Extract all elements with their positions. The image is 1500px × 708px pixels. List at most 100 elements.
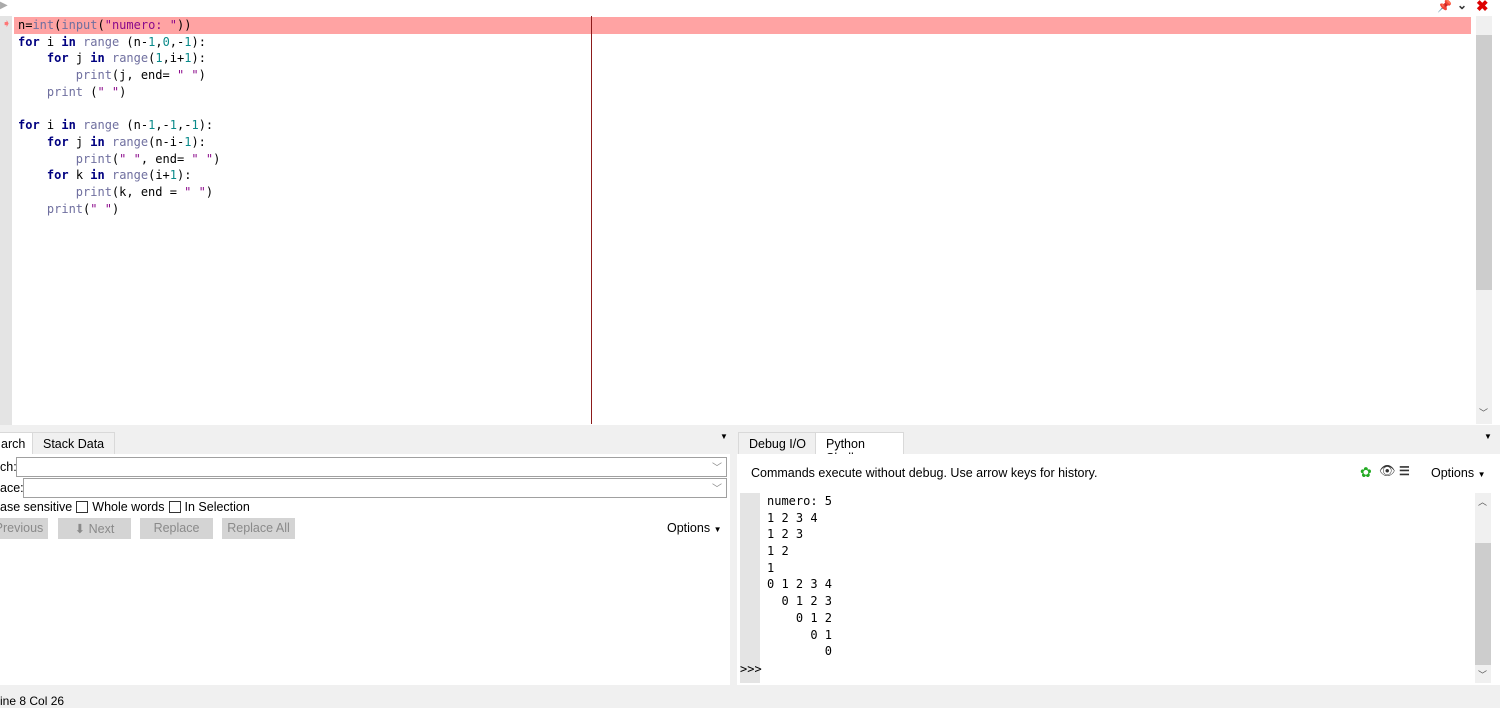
code-area[interactable]: n=int(input("numero: ")) for i in range (…: [18, 17, 220, 217]
eye-icon[interactable]: 👁: [1379, 463, 1396, 479]
editor-scroll-thumb[interactable]: [1476, 35, 1492, 290]
shell-output-line: 1: [767, 560, 775, 575]
code-token: " ": [90, 201, 112, 216]
panel-menu-icon[interactable]: ▼: [1484, 432, 1492, 441]
code-token: ): [198, 68, 206, 83]
dropdown-icon: ▼: [713, 525, 722, 534]
code-token: j: [68, 51, 91, 66]
code-token: i: [39, 34, 62, 49]
shell-prompt: >>>: [740, 662, 762, 676]
code-token: " ": [119, 151, 141, 166]
code-token: int: [32, 18, 55, 32]
shell-output-line: 0 1 2 3: [767, 594, 833, 609]
code-token: in: [61, 34, 76, 49]
code-token: for: [46, 51, 69, 66]
code-token: print: [46, 201, 84, 216]
code-line: for i in range (n-1,-1,-1):: [18, 117, 220, 134]
code-token: for: [46, 168, 69, 183]
code-token: n=: [18, 18, 33, 32]
code-token: k: [68, 168, 91, 183]
shell-options-menu[interactable]: Options ▼: [1431, 466, 1486, 480]
tab-search[interactable]: arch: [0, 432, 33, 454]
code-token: (j, end=: [111, 68, 177, 83]
replace-input[interactable]: ﹀: [23, 478, 727, 498]
next-button[interactable]: ⬇ Next: [58, 518, 131, 539]
code-token: 1: [169, 168, 178, 183]
code-token: in: [90, 168, 105, 183]
chevron-down-icon[interactable]: ﹀: [712, 480, 722, 495]
code-token: ):: [191, 34, 206, 49]
code-token: ): [119, 84, 127, 99]
code-token: ): [213, 151, 221, 166]
pin-icon[interactable]: 📌: [1437, 0, 1452, 13]
code-token: " ": [191, 151, 214, 166]
code-token: ):: [198, 118, 214, 133]
shell-output-line: 0 1: [767, 627, 833, 642]
shell-output-line: 1 2: [767, 544, 789, 559]
previous-button[interactable]: Previous: [0, 518, 48, 539]
search-input[interactable]: ﹀: [16, 457, 727, 477]
in-selection-checkbox[interactable]: [168, 501, 181, 513]
code-token: ): [205, 184, 214, 199]
code-token: ):: [191, 134, 206, 149]
code-token: in: [61, 118, 76, 133]
code-line: for j in range(n-i-1):: [18, 134, 220, 151]
tab-python-shell[interactable]: Python Shell: [815, 432, 904, 465]
replace-button[interactable]: Replace: [140, 518, 213, 539]
in-selection-label: In Selection: [184, 500, 250, 514]
code-token: ,i+: [162, 51, 185, 66]
code-token: print: [75, 151, 112, 166]
replace-all-button[interactable]: Replace All: [222, 518, 295, 539]
panel-menu-icon[interactable]: ▼: [720, 432, 728, 441]
scroll-up-icon[interactable]: ︿: [1478, 495, 1487, 508]
editor-toolbar: ▶ 📌 ⌄ ✖: [0, 0, 1500, 16]
scroll-down-icon[interactable]: ﹀: [1479, 406, 1488, 419]
shell-output-line: 0 1 2 3 4: [767, 577, 833, 592]
search-options-row: ase sensitive Whole words In Selection: [0, 500, 250, 514]
tab-stack-data[interactable]: Stack Data: [32, 432, 116, 454]
code-token: (k, end =: [111, 184, 185, 199]
code-line: for k in range(i+1):: [18, 167, 220, 184]
code-line: print(" "): [18, 201, 220, 218]
code-token: range: [111, 168, 149, 183]
code-token: ): [111, 201, 120, 216]
status-position: ine 8 Col 26: [0, 694, 65, 708]
code-token: print: [75, 68, 112, 83]
code-token: " ": [184, 184, 206, 199]
code-token: ):: [177, 168, 192, 183]
code-line: print (" "): [18, 84, 220, 101]
tab-debug-io[interactable]: Debug I/O: [738, 432, 817, 454]
code-token: (i+: [148, 168, 170, 183]
code-token: 1: [169, 118, 178, 133]
python-shell[interactable]: [737, 454, 1500, 685]
search-options-menu[interactable]: Options ▼: [667, 521, 722, 535]
code-token: ):: [191, 51, 206, 66]
code-token: in: [90, 51, 105, 66]
stack-icon[interactable]: ☰: [1399, 464, 1410, 478]
editor[interactable]: [0, 0, 1500, 425]
code-line: for i in range (n-1,0,-1):: [18, 34, 220, 51]
chevron-down-icon[interactable]: ⌄: [1457, 0, 1467, 12]
code-token: input: [61, 18, 98, 32]
gear-icon[interactable]: ✿: [1360, 464, 1372, 481]
options-label: Options: [1431, 466, 1475, 480]
expand-arrow-icon[interactable]: ▶: [0, 0, 8, 11]
dropdown-icon: ▼: [1477, 470, 1486, 479]
code-token: in: [90, 134, 105, 149]
code-token: ,-: [169, 34, 185, 49]
whole-words-checkbox[interactable]: [76, 501, 89, 513]
close-icon[interactable]: ✖: [1476, 0, 1489, 15]
shell-output: numero: 5 1 2 3 4 1 2 3 1 21 0 1 2 3 4 0 1 2…: [767, 493, 832, 660]
chevron-down-icon[interactable]: ﹀: [712, 459, 722, 474]
edge-line: [591, 16, 592, 424]
scroll-down-icon[interactable]: ﹀: [1478, 668, 1487, 681]
shell-scroll-thumb[interactable]: [1475, 543, 1491, 665]
